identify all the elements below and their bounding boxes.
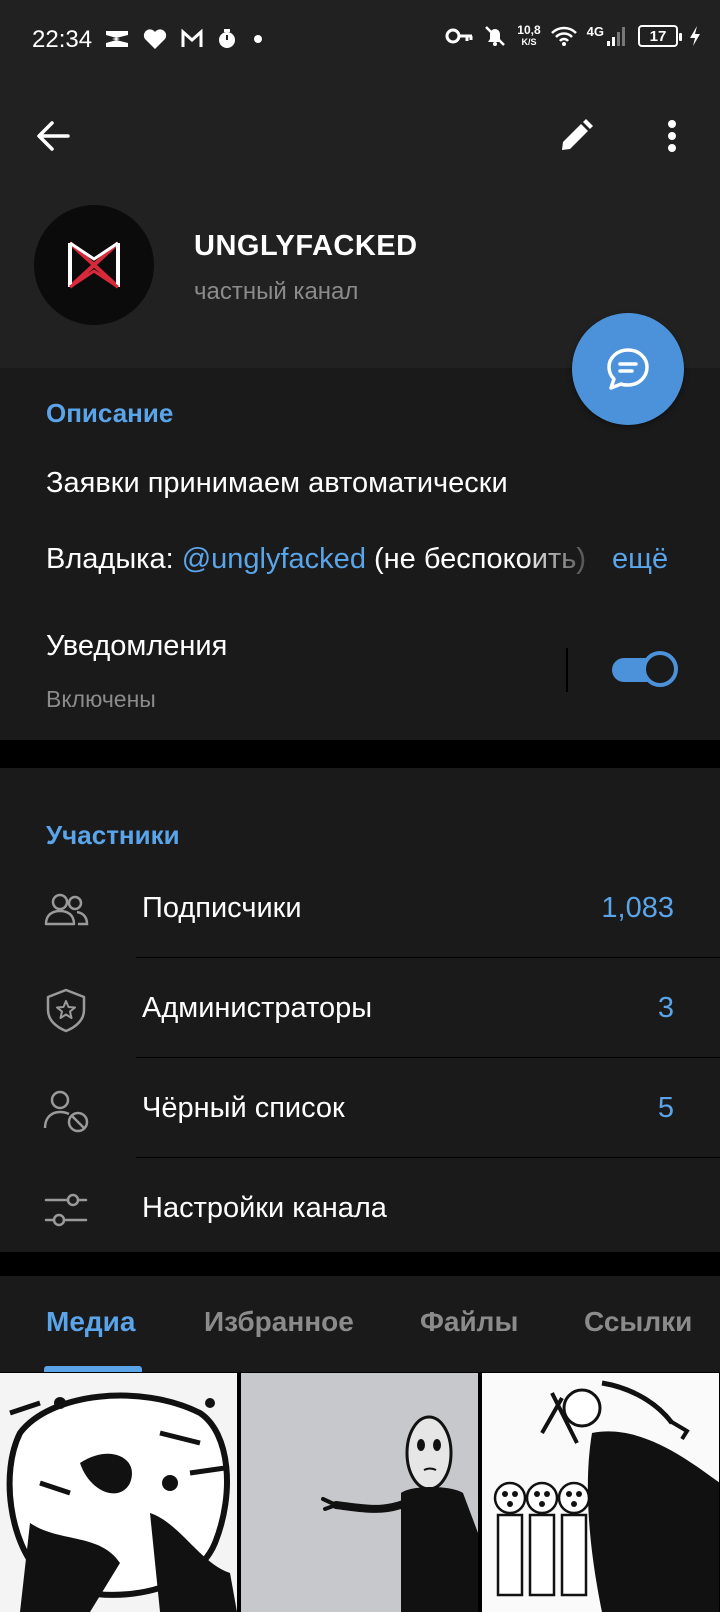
blacklist-label: Чёрный список xyxy=(142,1092,345,1124)
chat-bubble-icon xyxy=(607,348,649,390)
owner-prefix: Владыка: xyxy=(46,543,182,575)
administrators-count: 3 xyxy=(657,992,674,1024)
channel-settings-label: Настройки канала xyxy=(142,1192,387,1224)
blacklist-count: 5 xyxy=(657,1092,674,1124)
media-image-3 xyxy=(482,1373,719,1612)
people-icon xyxy=(44,893,89,926)
bell-muted-icon xyxy=(485,26,506,46)
shared-media-tabs: Медиа Избранное Файлы Ссылки xyxy=(0,1276,720,1372)
administrators-row[interactable]: Администраторы 3 xyxy=(0,958,720,1058)
administrators-label: Администраторы xyxy=(142,992,373,1024)
tab-favorites[interactable]: Избранное xyxy=(204,1306,354,1338)
settings-sliders-icon xyxy=(44,1193,88,1227)
admin-shield-icon xyxy=(46,988,86,1033)
media-thumbnail[interactable] xyxy=(241,1373,478,1612)
subscribers-label: Подписчики xyxy=(142,892,302,924)
media-image-2 xyxy=(241,1373,478,1612)
tab-links[interactable]: Ссылки xyxy=(584,1306,692,1338)
members-title: Участники xyxy=(46,820,180,850)
status-notification-icons xyxy=(104,28,266,50)
channel-name: UNGLYFACKED xyxy=(194,230,418,262)
blocked-user-icon xyxy=(43,1090,89,1133)
heart-icon xyxy=(143,29,167,49)
notifications-toggle[interactable] xyxy=(610,651,678,687)
edit-button[interactable] xyxy=(554,114,598,158)
mail-icon xyxy=(181,28,203,47)
status-system-icons: 10,8 K/S 4G 17 xyxy=(445,24,702,48)
media-image-1 xyxy=(0,1373,237,1612)
channel-avatar[interactable] xyxy=(34,205,154,325)
media-thumbnail[interactable] xyxy=(0,1373,237,1612)
toggle-knob xyxy=(642,651,678,687)
charging-icon xyxy=(690,26,700,46)
key-icon xyxy=(445,28,473,44)
more-options-button[interactable] xyxy=(650,114,694,158)
blacklist-row[interactable]: Чёрный список 5 xyxy=(0,1058,720,1158)
channel-type: частный канал xyxy=(194,278,359,305)
media-thumbnail[interactable] xyxy=(482,1373,719,1612)
subscribers-count: 1,083 xyxy=(601,892,674,924)
channel-settings-row[interactable]: Настройки канала xyxy=(0,1158,720,1258)
description-title: Описание xyxy=(46,398,174,428)
dot-icon xyxy=(254,35,262,43)
capcut-icon xyxy=(106,31,128,47)
pencil-icon xyxy=(562,119,593,150)
tab-files[interactable]: Файлы xyxy=(420,1306,518,1338)
notifications-label[interactable]: Уведомления xyxy=(46,630,227,663)
description-text: Заявки принимаем автоматически xyxy=(46,467,508,499)
battery-level: 17 xyxy=(649,27,667,45)
active-tab-indicator xyxy=(44,1366,142,1372)
media-grid xyxy=(0,1373,720,1612)
status-bar: 22:34 10,8 K/S 4G 17 xyxy=(0,0,720,80)
wifi-icon xyxy=(550,26,577,46)
tab-media[interactable]: Медиа xyxy=(46,1306,135,1338)
speed-unit: K/S xyxy=(521,37,537,47)
notifications-divider xyxy=(566,648,568,692)
message-fab-button[interactable] xyxy=(572,313,684,425)
members-card: Участники Подписчики 1,083 Администратор… xyxy=(0,768,720,1252)
network-type: 4G xyxy=(586,24,604,39)
subscribers-row[interactable]: Подписчики 1,083 xyxy=(0,858,720,958)
battery-indicator: 17 xyxy=(638,25,682,47)
back-button[interactable] xyxy=(32,114,76,158)
arrow-back-icon xyxy=(37,121,70,151)
description-more-link[interactable]: ещё xyxy=(612,543,668,576)
owner-mention-link[interactable]: @unglyfacked xyxy=(182,543,366,575)
signal-icon xyxy=(607,27,625,46)
channel-logo-icon xyxy=(68,241,120,289)
channel-info-card: Описание Заявки принимаем автоматически … xyxy=(0,368,720,740)
more-vertical-icon xyxy=(668,120,676,152)
timer-icon xyxy=(219,29,235,48)
owner-line: Владыка: @unglyfacked (не беспокоить) xyxy=(46,543,606,576)
notifications-status: Включены xyxy=(46,686,156,712)
owner-suffix: (не беспокоить) xyxy=(365,543,587,575)
network-speed: 10,8 K/S xyxy=(517,24,540,48)
speed-value: 10,8 xyxy=(517,23,541,37)
status-time: 22:34 xyxy=(32,26,93,53)
